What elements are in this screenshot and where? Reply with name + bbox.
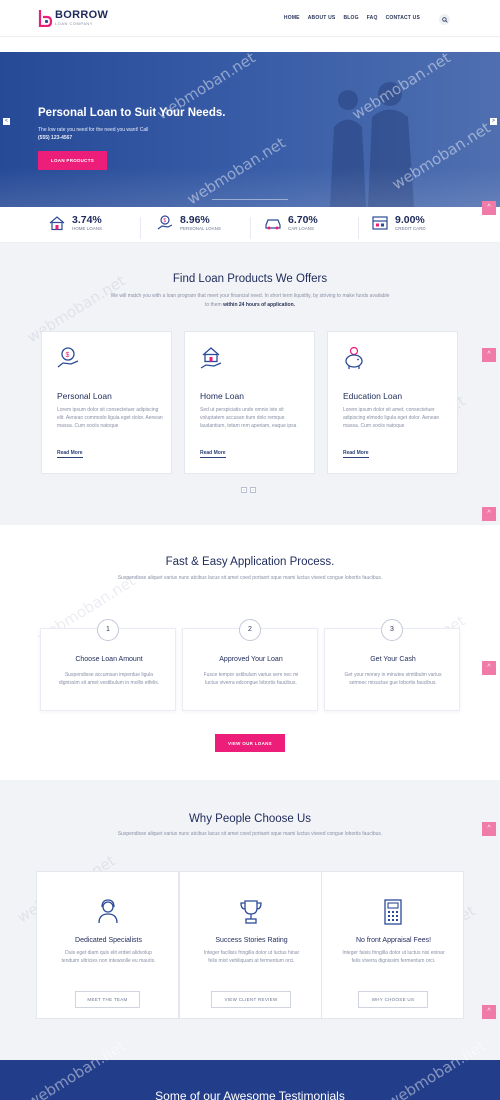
carousel-prev[interactable]: < (241, 487, 247, 493)
calendar-card-icon (372, 216, 388, 230)
why-card-success: Success Stories Rating Integer facilisis… (179, 871, 322, 1019)
testimonials-title: Some of our Awesome Testimonials (155, 1089, 345, 1100)
car-icon (265, 219, 281, 230)
stat-home-loans: 3.74% HOME LOANS (48, 214, 102, 232)
back-to-top-button[interactable]: ^ (482, 661, 496, 675)
loan-card-title: Education Loan (343, 391, 403, 401)
read-more-link[interactable]: Read More (200, 450, 226, 458)
site-header: BORROW LOAN COMPANY HOME ABOUT US BLOG F… (0, 0, 500, 37)
search-button[interactable] (439, 14, 450, 25)
process-description: Suspendisse aliquet varius nunc atcibus … (117, 575, 383, 581)
step-number: 2 (239, 619, 261, 641)
back-to-top-button[interactable]: ^ (482, 201, 496, 215)
why-card-no-fees: No front Appraisal Fees! Integer faisis … (321, 871, 464, 1019)
loan-card-title: Personal Loan (57, 391, 112, 401)
why-card-text: Duis eget diam quis elit erdiet alidvolu… (61, 950, 156, 964)
step-number: 3 (381, 619, 403, 641)
why-card-specialists: Dedicated Specialists Duis eget diam qui… (36, 871, 179, 1019)
loan-card-text: Sed ut perspiciatis unde omnis iste sit … (200, 407, 297, 429)
stat-value: 6.70% (288, 213, 318, 226)
view-client-review-button[interactable]: VIEW CLIENT REVIEW (211, 991, 291, 1008)
carousel-next[interactable]: > (250, 487, 256, 493)
step-title: Approved Your Loan (219, 656, 283, 663)
step-text: Fusce tempor sstibulum varius sem nec mi… (203, 672, 299, 686)
slider-indicator[interactable] (212, 199, 288, 200)
svg-text:$: $ (66, 352, 70, 359)
hero-prev-arrow[interactable]: < (3, 118, 10, 125)
why-card-title: No front Appraisal Fees! (355, 937, 432, 944)
stat-value: 8.96% (180, 213, 210, 226)
house-loan-icon (49, 216, 65, 231)
trophy-icon (240, 900, 262, 924)
loan-products-description: We will match you with a loan program th… (110, 292, 390, 310)
back-to-top-button[interactable]: ^ (482, 822, 496, 836)
calculator-icon (384, 899, 402, 925)
stat-credit-card: 9.00% CREDIT CARD (371, 214, 426, 232)
step-text: Suspendisse accumsan imperdue ligula dig… (58, 672, 160, 686)
brand-tagline: LOAN COMPANY (55, 21, 93, 26)
piggy-bank-icon (345, 346, 363, 369)
why-title: Why People Choose Us (188, 813, 312, 825)
search-icon (441, 16, 448, 23)
why-choose-us-button[interactable]: WHY CHOOSE US (358, 991, 428, 1008)
view-our-loans-button[interactable]: VIEW OUR LOANS (215, 734, 285, 752)
hero-phone: (555) 123-4567 (38, 135, 73, 141)
desc-bold: within 24 hours of application. (223, 302, 296, 308)
stat-label: CAR LOANS (288, 226, 315, 231)
loan-card-personal: $ Personal Loan Lorem ipsum dolor sit co… (41, 331, 172, 474)
stat-value: 9.00% (395, 213, 425, 226)
stat-label: PERSONAL LOANS (180, 226, 221, 231)
loan-products-button[interactable]: LOAN PRODUCTS (38, 151, 107, 170)
hand-coin-icon: $ (157, 215, 173, 230)
why-description: Suspendisse aliquet varius nunc atcibus … (117, 831, 383, 837)
nav-contact-us[interactable]: CONTACT US (386, 15, 420, 21)
hand-house-icon (200, 347, 222, 369)
hero-title: Personal Loan to Suit Your Needs. (38, 107, 226, 119)
loan-card-text: Lorem ipsum dolor sit consectetuer adipi… (57, 407, 163, 429)
step-title: Choose Loan Amount (75, 656, 143, 663)
step-title: Get Your Cash (370, 656, 416, 663)
brand-name: BORROW (55, 9, 109, 21)
step-text: Get your money in minutes simtibulm vari… (344, 672, 442, 686)
stat-car-loans: 6.70% CAR LOANS (264, 214, 318, 232)
why-card-title: Dedicated Specialists (75, 937, 142, 944)
loan-card-title: Home Loan (200, 391, 244, 401)
hero-next-arrow[interactable]: > (490, 118, 497, 125)
nav-about-us[interactable]: ABOUT US (308, 15, 336, 21)
why-card-text: Integer facilisis fringilla dolor ut luc… (203, 950, 300, 964)
back-to-top-button[interactable]: ^ (482, 1005, 496, 1019)
why-card-title: Success Stories Rating (215, 937, 288, 944)
back-to-top-button[interactable]: ^ (482, 507, 496, 521)
hand-money-icon: $ (57, 347, 79, 368)
loan-card-text: Lorem ipsum dolor sit amet, consectetuer… (343, 407, 440, 429)
read-more-link[interactable]: Read More (57, 450, 83, 458)
nav-faq[interactable]: FAQ (367, 15, 378, 21)
why-card-text: Integer faisis fringilla dolor ut luctus… (342, 950, 445, 964)
loan-card-education: Education Loan Lorem ipsum dolor sit ame… (327, 331, 458, 474)
logo-mark-icon (38, 9, 52, 27)
hero-subtitle: The low rate you need for the need you w… (38, 126, 208, 142)
step-number: 1 (97, 619, 119, 641)
loan-card-home: Home Loan Sed ut perspiciatis unde omnis… (184, 331, 315, 474)
read-more-link[interactable]: Read More (343, 450, 369, 458)
nav-home[interactable]: HOME (284, 15, 300, 21)
loan-products-title: Find Loan Products We Offers (172, 273, 328, 285)
nav-blog[interactable]: BLOG (343, 15, 358, 21)
stat-personal-loans: $ 8.96% PERSONAL LOANS (156, 214, 221, 232)
carousel-controls: < > (241, 487, 256, 493)
rates-bar: 3.74% HOME LOANS $ 8.96% PERSONAL LOANS … (0, 207, 500, 243)
team-icon (98, 899, 118, 924)
logo[interactable]: BORROW LOAN COMPANY (38, 9, 108, 27)
main-nav: HOME ABOUT US BLOG FAQ CONTACT US (284, 15, 420, 21)
stat-label: CREDIT CARD (395, 226, 426, 231)
stat-label: HOME LOANS (72, 226, 103, 231)
back-to-top-button[interactable]: ^ (482, 348, 496, 362)
process-title: Fast & Easy Application Process. (165, 556, 335, 568)
stat-value: 3.74% (72, 213, 102, 226)
meet-the-team-button[interactable]: MEET THE TEAM (75, 991, 140, 1008)
svg-text:$: $ (163, 218, 166, 224)
hero-subtitle-text: The low rate you need for the need you w… (38, 127, 149, 133)
